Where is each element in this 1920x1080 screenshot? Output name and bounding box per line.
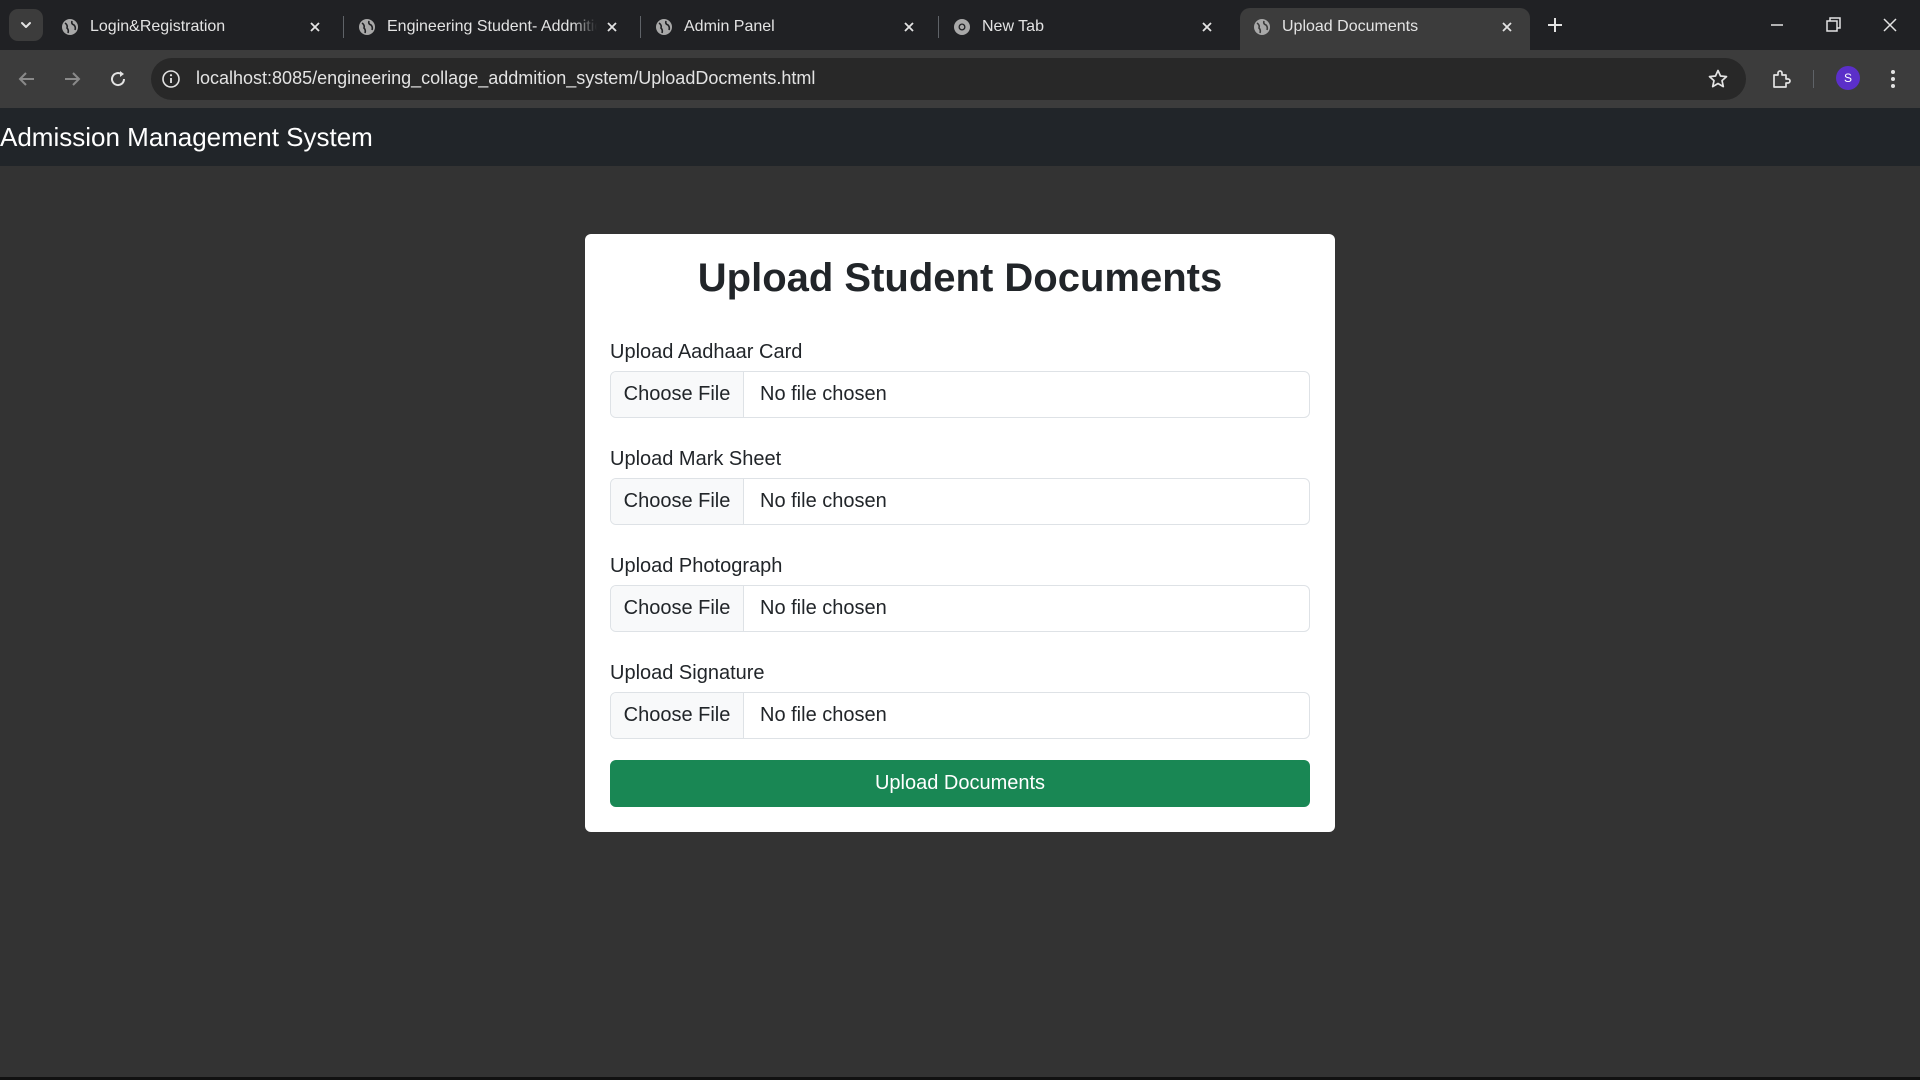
file-status-text: No file chosen — [760, 490, 887, 512]
marksheet-file-input[interactable]: Choose File No file chosen — [610, 478, 1310, 525]
choose-file-button[interactable]: Choose File — [611, 372, 744, 417]
minimize-icon[interactable] — [1764, 12, 1790, 38]
upload-form-card: Upload Student Documents Upload Aadhaar … — [585, 234, 1335, 832]
globe-icon — [359, 19, 375, 35]
address-bar[interactable]: localhost:8085/engineering_collage_addmi… — [151, 58, 1746, 100]
close-icon[interactable] — [1198, 18, 1216, 36]
globe-icon — [1254, 19, 1270, 35]
info-icon[interactable] — [161, 69, 181, 89]
back-arrow-icon[interactable] — [15, 67, 39, 91]
profile-avatar[interactable]: S — [1836, 66, 1860, 90]
marksheet-label: Upload Mark Sheet — [610, 448, 782, 470]
kebab-menu-icon[interactable] — [1881, 66, 1905, 92]
tab-separator — [640, 16, 641, 38]
window-close-icon[interactable] — [1877, 12, 1903, 38]
tab-title: Upload Documents — [1282, 18, 1419, 35]
signature-file-input[interactable]: Choose File No file chosen — [610, 692, 1310, 739]
restore-icon[interactable] — [1820, 12, 1846, 38]
close-icon[interactable] — [306, 18, 324, 36]
choose-file-button[interactable]: Choose File — [611, 479, 744, 524]
close-icon[interactable] — [603, 18, 621, 36]
reload-icon[interactable] — [106, 67, 130, 91]
bookmark-star-icon[interactable] — [1706, 67, 1730, 91]
tab-title: New Tab — [982, 18, 1044, 35]
new-tab-plus-icon[interactable] — [1543, 13, 1567, 37]
photograph-label: Upload Photograph — [610, 555, 783, 577]
browser-tab[interactable]: New Tab — [940, 8, 1230, 50]
extensions-puzzle-icon[interactable] — [1769, 67, 1793, 91]
upload-documents-button[interactable]: Upload Documents — [610, 760, 1310, 807]
form-title: Upload Student Documents — [697, 256, 1223, 300]
navbar-brand[interactable]: Admission Management System — [0, 122, 373, 153]
toolbar-separator — [1813, 70, 1814, 88]
chrome-icon — [954, 19, 970, 35]
aadhaar-label: Upload Aadhaar Card — [610, 341, 803, 363]
browser-tab[interactable]: Login&Registration — [48, 8, 338, 50]
tab-separator — [343, 16, 344, 38]
tab-title: Admin Panel — [684, 18, 775, 35]
browser-tab[interactable]: Admin Panel — [642, 8, 932, 50]
photograph-file-input[interactable]: Choose File No file chosen — [610, 585, 1310, 632]
browser-toolbar: localhost:8085/engineering_collage_addmi… — [0, 50, 1920, 108]
globe-icon — [656, 19, 672, 35]
file-status-text: No file chosen — [760, 383, 887, 405]
choose-file-button[interactable]: Choose File — [611, 693, 744, 738]
close-icon[interactable] — [900, 18, 918, 36]
tab-title: Engineering Student- Addmition — [387, 18, 597, 35]
tab-separator — [938, 16, 939, 38]
site-navbar: Admission Management System — [0, 108, 1920, 166]
globe-icon — [62, 19, 78, 35]
browser-tab[interactable]: Engineering Student- Addmition — [345, 8, 635, 50]
browser-tab-active[interactable]: Upload Documents — [1240, 8, 1530, 50]
tab-search-button[interactable] — [9, 9, 43, 41]
url-text[interactable]: localhost:8085/engineering_collage_addmi… — [196, 68, 815, 89]
chevron-down-icon — [21, 22, 31, 28]
file-status-text: No file chosen — [760, 597, 887, 619]
close-icon[interactable] — [1498, 18, 1516, 36]
signature-label: Upload Signature — [610, 662, 765, 684]
choose-file-button[interactable]: Choose File — [611, 586, 744, 631]
file-status-text: No file chosen — [760, 704, 887, 726]
forward-arrow-icon[interactable] — [60, 67, 84, 91]
tab-title: Login&Registration — [90, 18, 226, 35]
browser-tab-strip: Login&Registration Engineering Student- … — [0, 0, 1920, 50]
aadhaar-file-input[interactable]: Choose File No file chosen — [610, 371, 1310, 418]
